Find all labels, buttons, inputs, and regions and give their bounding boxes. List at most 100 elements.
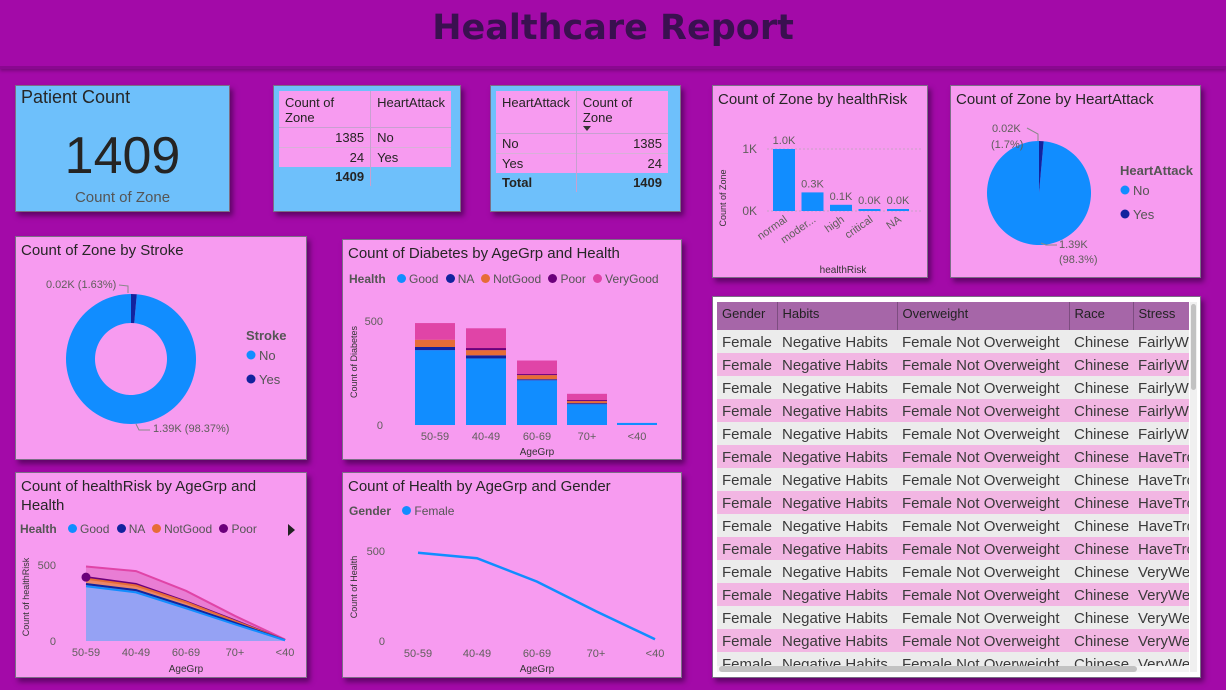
patient-table: Gender Habits Overweight Race Stress Fem…	[717, 302, 1189, 672]
bar	[773, 149, 795, 211]
table-row[interactable]: Female Negative Habits Female Not Overweig…	[717, 468, 1189, 491]
table-row[interactable]: Female Negative Habits Female Not Overweig…	[717, 399, 1189, 422]
table-cell: Female	[717, 537, 777, 560]
leader-line	[1026, 127, 1039, 141]
bar-segment	[567, 404, 607, 425]
table-cell: Negative Habits	[777, 514, 897, 537]
column-header-stress[interactable]: Stress	[1133, 302, 1189, 330]
matrix-header-count[interactable]: Count of Zone	[279, 91, 372, 128]
table-cell: Female	[717, 330, 777, 353]
table-horizontal-scrollbar[interactable]	[717, 666, 1189, 672]
legend-dot	[246, 374, 256, 384]
matrix-header-heartattack[interactable]: HeartAttack	[370, 91, 451, 128]
bar-segment	[517, 375, 557, 380]
matrix-cell: 1385	[279, 127, 372, 148]
table-cell: Female Not Overweight	[897, 399, 1069, 422]
legend-label: No	[259, 348, 276, 363]
healthrisk-bar-card[interactable]: Count of Zone by healthRisk 1K 0K Count of…	[712, 85, 928, 278]
column-header-race[interactable]: Race	[1069, 302, 1134, 330]
table-cell: VeryWe	[1133, 560, 1189, 583]
table-cell: Chinese	[1069, 376, 1133, 399]
x-tick-label: <40	[628, 431, 647, 443]
diabetes-bar-card[interactable]: Count of Diabetes by AgeGrp and Health H…	[342, 239, 682, 460]
table-row[interactable]: Female Negative Habits Female Not Overweig…	[717, 330, 1189, 353]
table-cell: Female Not Overweight	[897, 491, 1069, 514]
health-line-card[interactable]: Count of Health by AgeGrp and Gender Gen…	[342, 472, 682, 678]
table-cell: Chinese	[1069, 583, 1133, 606]
table-cell: Female	[717, 629, 777, 652]
table-row[interactable]: Female Negative Habits Female Not Overweig…	[717, 514, 1189, 537]
matrix2-header-heartattack[interactable]: HeartAttack	[496, 91, 577, 134]
legend-dot	[246, 350, 256, 360]
x-tick-label: 70+	[578, 431, 597, 443]
table-cell: Negative Habits	[777, 468, 897, 491]
healthrisk-area-card[interactable]: Count of healthRisk by AgeGrp and Health…	[15, 472, 307, 678]
table-cell: Chinese	[1069, 491, 1133, 514]
table-row[interactable]: Female Negative Habits Female Not Overweig…	[717, 376, 1189, 399]
bar-segment	[466, 358, 506, 425]
scrollbar-thumb[interactable]	[719, 666, 1137, 672]
bar	[801, 192, 824, 211]
table-cell: FairlyW	[1133, 399, 1189, 422]
table-row[interactable]: Female Negative Habits Female Not Overweig…	[717, 422, 1189, 445]
matrix2-header-count[interactable]: Count of Zone	[576, 91, 668, 134]
heartattack-pie-card[interactable]: Count of Zone by HeartAttack 1.39K (98.3%…	[950, 85, 1201, 278]
table-cell: Negative Habits	[777, 445, 897, 468]
x-tick-label: 60-69	[523, 431, 551, 443]
x-tick-label: critical	[843, 214, 875, 242]
y-tick-label: 0	[379, 636, 385, 648]
matrix2-cell: 24	[647, 156, 662, 171]
bar	[887, 209, 909, 211]
data-label: 0.0K	[887, 195, 910, 207]
table-row[interactable]: Female Negative Habits Female Not Overweig…	[717, 491, 1189, 514]
bar-segment	[517, 379, 557, 381]
table-row[interactable]: Female Negative Habits Female Not Overweig…	[717, 445, 1189, 468]
table-vertical-scrollbar[interactable]	[1190, 302, 1197, 672]
table-row[interactable]: Female Negative Habits Female Not Overweig…	[717, 583, 1189, 606]
table-cell: Female	[717, 583, 777, 606]
column-header-overweight[interactable]: Overweight	[897, 302, 1070, 330]
bar-segment	[517, 380, 557, 425]
x-tick-label: 60-69	[523, 648, 551, 660]
table-cell: Chinese	[1069, 445, 1133, 468]
patient-count-card[interactable]: Patient Count 1409 Count of Zone	[15, 85, 230, 212]
bar-segment	[415, 347, 455, 351]
diabetes-stacked-bar-chart: 500 0 Count of Diabetes AgeGrp 50-59 40-49 60-…	[349, 316, 657, 458]
data-label: 1.39K (98.37%)	[153, 423, 229, 435]
bar-segment	[567, 400, 607, 402]
x-axis-title: AgeGrp	[169, 664, 204, 675]
data-label: 1.0K	[773, 135, 796, 147]
table-row[interactable]: Female Negative Habits Female Not Overweig…	[717, 629, 1189, 652]
matrix-cell: No	[377, 130, 394, 145]
table-cell: HaveTro	[1133, 468, 1189, 491]
bar-segment	[517, 360, 557, 375]
scrollbar-thumb[interactable]	[1191, 304, 1196, 390]
table-cell: Female	[717, 422, 777, 445]
y-axis-title: Count of healthRisk	[21, 557, 31, 636]
table-cell: Female Not Overweight	[897, 629, 1069, 652]
x-axis-title: AgeGrp	[520, 664, 555, 675]
table-cell: HaveTro	[1133, 491, 1189, 514]
table-cell: VeryWe	[1133, 629, 1189, 652]
table-cell: Female Not Overweight	[897, 583, 1069, 606]
table-cell: FairlyW	[1133, 422, 1189, 445]
column-header-habits[interactable]: Habits	[777, 302, 898, 330]
matrix-table: Count of Zone HeartAttack 1385 No 24 Yes…	[279, 91, 451, 186]
heartattack-zone-matrix[interactable]: HeartAttack Count of Zone No 1385 Yes 24…	[490, 85, 681, 212]
y-tick-label: 0	[377, 420, 383, 432]
table-row[interactable]: Female Negative Habits Female Not Overweig…	[717, 560, 1189, 583]
legend-title: Stroke	[246, 328, 286, 343]
zone-heartattack-matrix[interactable]: Count of Zone HeartAttack 1385 No 24 Yes…	[273, 85, 461, 212]
column-header-gender[interactable]: Gender	[717, 302, 778, 330]
bar-segment	[466, 348, 506, 351]
patient-table-viewport[interactable]: Gender Habits Overweight Race Stress Fem…	[717, 302, 1189, 672]
table-row[interactable]: Female Negative Habits Female Not Overweig…	[717, 606, 1189, 629]
x-tick-label: 50-59	[72, 647, 100, 659]
table-cell: Negative Habits	[777, 560, 897, 583]
legend-dot	[1120, 185, 1130, 195]
x-tick-label: 70+	[587, 648, 606, 660]
table-row[interactable]: Female Negative Habits Female Not Overweig…	[717, 353, 1189, 376]
table-row[interactable]: Female Negative Habits Female Not Overweig…	[717, 537, 1189, 560]
table-cell: Chinese	[1069, 606, 1133, 629]
stroke-donut-card[interactable]: Count of Zone by Stroke 0.02K (1.63%) 1.3…	[15, 236, 307, 460]
